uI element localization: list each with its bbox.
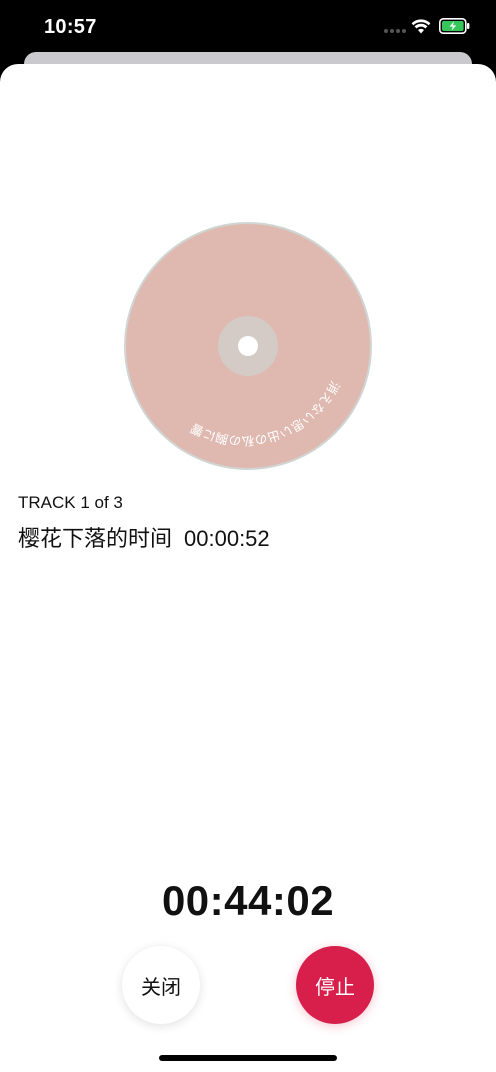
album-disc: 消えない思い出の私の胸に響き出す [124, 222, 372, 470]
close-button-label: 关闭 [141, 976, 181, 999]
track-duration: 00:00:52 [184, 526, 270, 551]
stop-button-label: 停止 [315, 976, 355, 999]
close-button[interactable]: 关闭 [122, 946, 200, 1024]
status-bar: 10:57 [0, 0, 496, 56]
track-info: 樱花下落的时间 00:00:52 [18, 521, 270, 553]
track-count: TRACK 1 of 3 [18, 493, 123, 512]
stop-button[interactable]: 停止 [296, 946, 374, 1024]
status-time: 10:57 [44, 16, 97, 38]
track-title: 樱花下落的时间 [18, 526, 173, 551]
cellular-signal-icon [384, 29, 406, 34]
wifi-icon [411, 19, 431, 34]
home-indicator[interactable] [159, 1055, 337, 1061]
battery-charging-icon [439, 18, 470, 34]
countdown-timer: 00:44:02 [161, 877, 335, 924]
